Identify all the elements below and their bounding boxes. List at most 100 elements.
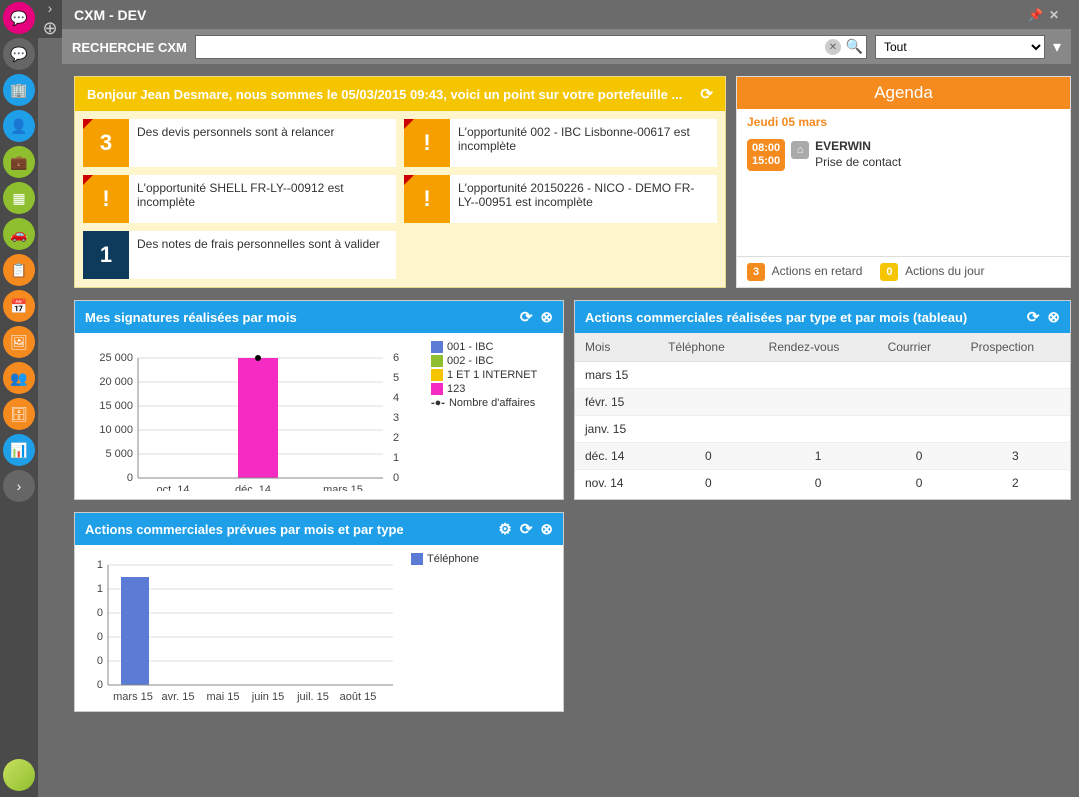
chart1-legend: 001 - IBC002 - IBC1 ET 1 INTERNET123-●-N… xyxy=(423,341,555,491)
agenda-date: Jeudi 05 mars xyxy=(737,109,1070,135)
tile-text: Des notes de frais personnelles sont à v… xyxy=(129,231,396,279)
sidebar-comment-icon[interactable]: 💬 xyxy=(3,38,35,70)
app-title: CXM - DEV xyxy=(74,7,146,23)
chart1-svg: 25 00020 00015 00010 0005 0000oct. 14déc… xyxy=(83,341,393,491)
close-icon[interactable]: ⊗ xyxy=(540,520,553,538)
svg-text:5 000: 5 000 xyxy=(105,448,133,460)
svg-text:25 000: 25 000 xyxy=(99,352,133,364)
legend-item: 002 - IBC xyxy=(431,355,555,367)
close-icon[interactable]: ✕ xyxy=(1049,8,1059,22)
table-header[interactable]: Rendez-vous xyxy=(759,333,878,362)
table-header[interactable]: Courrier xyxy=(878,333,961,362)
sidebar-users-icon[interactable]: 👥 xyxy=(3,362,35,394)
tiles-wrap: 3Des devis personnels sont à relancer!L'… xyxy=(75,111,725,287)
svg-text:3: 3 xyxy=(393,412,399,424)
svg-text:août 15: août 15 xyxy=(340,691,377,703)
alert-tile[interactable]: 1Des notes de frais personnelles sont à … xyxy=(83,231,396,279)
chart-title: Mes signatures réalisées par mois xyxy=(85,310,297,325)
legend-item: 1 ET 1 INTERNET xyxy=(431,369,555,381)
table-header[interactable]: Prospection xyxy=(961,333,1070,362)
table-row[interactable]: déc. 140103 xyxy=(575,443,1070,470)
legend-item: 123 xyxy=(431,383,555,395)
tile-badge: 3 xyxy=(83,119,129,167)
alert-tile[interactable]: !L'opportunité 002 - IBC Lisbonne-00617 … xyxy=(404,119,717,167)
pin-icon[interactable]: 📌 xyxy=(1028,8,1043,22)
sidebar-image-icon[interactable]: 🖼 xyxy=(3,326,35,358)
search-input-wrap: ✕ 🔍 xyxy=(195,35,867,59)
sidebar-archive-icon[interactable]: 🗄 xyxy=(3,398,35,430)
agenda-footer: 3 Actions en retard 0 Actions du jour xyxy=(737,256,1070,287)
table-row[interactable]: nov. 140002 xyxy=(575,470,1070,497)
sidebar-briefcase-icon[interactable]: 💼 xyxy=(3,146,35,178)
agenda-body: 08:0015:00⌂EVERWINPrise de contact xyxy=(737,135,1070,256)
sidebar-chart-icon[interactable]: 📊 xyxy=(3,434,35,466)
svg-text:0: 0 xyxy=(97,631,103,643)
add-icon[interactable]: ⊕ xyxy=(42,18,57,39)
sidebar-building-icon[interactable]: 🏢 xyxy=(3,74,35,106)
chart3-title: Actions commerciales prévues par mois et… xyxy=(85,522,404,537)
expand-icon[interactable]: › xyxy=(48,0,53,16)
table-row[interactable]: mars 15 xyxy=(575,362,1070,389)
svg-text:mars 15: mars 15 xyxy=(113,691,153,703)
chart-signatures-panel: Mes signatures réalisées par mois ⟳ ⊗ 25… xyxy=(74,300,564,500)
close-icon[interactable]: ⊗ xyxy=(1047,308,1060,326)
actions-table: MoisTéléphoneRendez-vousCourrierProspect… xyxy=(575,333,1070,496)
chart-planned-panel: Actions commerciales prévues par mois et… xyxy=(74,512,564,712)
sidebar-car-icon[interactable]: 🚗 xyxy=(3,218,35,250)
svg-text:mai 15: mai 15 xyxy=(206,691,239,703)
search-icon[interactable]: 🔍 xyxy=(846,38,863,55)
today-count: 0 xyxy=(880,263,898,281)
greeting-text: Bonjour Jean Desmare, nous sommes le 05/… xyxy=(87,87,682,102)
sidebar-chat-icon[interactable]: 💬 xyxy=(3,2,35,34)
sidebar-calendar-icon[interactable]: 📅 xyxy=(3,290,35,322)
sidebar-calculator-icon[interactable]: ▦ xyxy=(3,182,35,214)
refresh-icon[interactable]: ⟳ xyxy=(520,520,533,538)
sidebar-more-icon[interactable]: › xyxy=(3,470,35,502)
chart3-legend: Téléphone xyxy=(403,553,555,703)
agenda-title: Agenda xyxy=(737,77,1070,109)
agenda-text: EVERWINPrise de contact xyxy=(815,139,901,170)
svg-text:0: 0 xyxy=(393,472,399,484)
table-header[interactable]: Mois xyxy=(575,333,658,362)
refresh-icon[interactable]: ⟳ xyxy=(700,85,713,103)
tile-badge: ! xyxy=(404,175,450,223)
clear-icon[interactable]: ✕ xyxy=(825,39,841,55)
tile-badge: 1 xyxy=(83,231,129,279)
title-bar: CXM - DEV 📌 ✕ xyxy=(62,0,1071,30)
close-icon[interactable]: ⊗ xyxy=(540,308,553,326)
search-scope-select[interactable]: Tout xyxy=(875,35,1045,59)
svg-text:6: 6 xyxy=(393,352,399,364)
tile-text: Des devis personnels sont à relancer xyxy=(129,119,396,167)
tile-text: L'opportunité 002 - IBC Lisbonne-00617 e… xyxy=(450,119,717,167)
sidebar: 💬 💬 🏢 👤 💼 ▦ 🚗 📋 📅 🖼 👥 🗄 📊 › xyxy=(0,0,38,797)
refresh-icon[interactable]: ⟳ xyxy=(520,308,533,326)
refresh-icon[interactable]: ⟳ xyxy=(1027,308,1040,326)
search-input[interactable] xyxy=(195,35,867,59)
table-header[interactable]: Téléphone xyxy=(658,333,759,362)
logo-icon xyxy=(3,759,35,791)
tile-badge: ! xyxy=(83,175,129,223)
svg-text:déc. 14: déc. 14 xyxy=(235,484,271,491)
search-bar: RECHERCHE CXM ✕ 🔍 Tout ▾ xyxy=(62,30,1071,64)
sidebar-expand: › ⊕ xyxy=(38,0,62,38)
legend-item: 001 - IBC xyxy=(431,341,555,353)
table-actions-panel: Actions commerciales réalisées par type … xyxy=(574,300,1071,500)
table-row[interactable]: janv. 15 xyxy=(575,416,1070,443)
alert-tile[interactable]: !L'opportunité 20150226 - NICO - DEMO FR… xyxy=(404,175,717,223)
tile-text: L'opportunité SHELL FR-LY--00912 est inc… xyxy=(129,175,396,223)
dashboard: Bonjour Jean Desmare, nous sommes le 05/… xyxy=(62,64,1071,797)
table-row[interactable]: févr. 15 xyxy=(575,389,1070,416)
alert-tile[interactable]: !L'opportunité SHELL FR-LY--00912 est in… xyxy=(83,175,396,223)
sidebar-calendar-check-icon[interactable]: 📋 xyxy=(3,254,35,286)
agenda-item[interactable]: 08:0015:00⌂EVERWINPrise de contact xyxy=(747,139,1060,171)
filter-icon[interactable]: ▾ xyxy=(1053,37,1061,57)
svg-text:0: 0 xyxy=(97,655,103,667)
svg-text:5: 5 xyxy=(393,372,399,384)
greeting-panel: Bonjour Jean Desmare, nous sommes le 05/… xyxy=(74,76,726,288)
config-icon[interactable]: ⚙ xyxy=(498,520,511,538)
sidebar-user-icon[interactable]: 👤 xyxy=(3,110,35,142)
home-icon: ⌂ xyxy=(791,141,809,159)
svg-text:juil. 15: juil. 15 xyxy=(296,691,329,703)
alert-tile[interactable]: 3Des devis personnels sont à relancer xyxy=(83,119,396,167)
tile-text: L'opportunité 20150226 - NICO - DEMO FR-… xyxy=(450,175,717,223)
